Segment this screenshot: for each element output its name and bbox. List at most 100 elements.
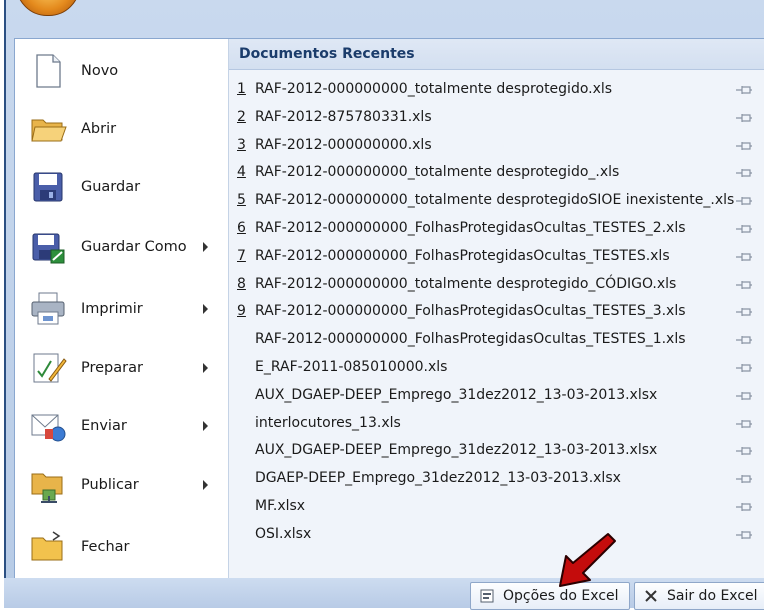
- submenu-arrow-icon: [203, 421, 208, 431]
- recent-document-name: RAF-2012-000000000_FolhasProtegidasOcult…: [255, 247, 670, 264]
- pin-icon[interactable]: [735, 139, 753, 153]
- pin-icon[interactable]: [735, 166, 753, 180]
- recent-document-name: RAF-2012-000000000_totalmente desprotegi…: [255, 192, 735, 209]
- recent-document-item[interactable]: RAF-2012-000000000_FolhasProtegidasOcult…: [235, 327, 761, 353]
- menu-item-imprimir[interactable]: Imprimir: [15, 281, 228, 337]
- recent-document-name: RAF-2012-000000000_FolhasProtegidasOcult…: [255, 220, 686, 236]
- submenu-arrow-icon: [203, 304, 208, 314]
- office-menu-panel: Novo Abrir Guardar Guardar Como Imprimir…: [14, 38, 764, 580]
- menu-item-label: Guardar Como: [81, 239, 187, 255]
- close-folder-icon: [31, 531, 63, 561]
- recent-document-name: RAF-2012-000000000_totalmente desprotegi…: [255, 164, 620, 181]
- pin-icon[interactable]: [735, 333, 753, 347]
- recent-document-name: DGAEP-DEEP_Emprego_31dez2012_13-03-2013.…: [255, 470, 621, 487]
- close-icon: [645, 590, 657, 602]
- submenu-arrow-icon: [203, 242, 208, 252]
- menu-item-novo[interactable]: Novo: [15, 43, 228, 99]
- menu-item-publicar[interactable]: Publicar: [15, 457, 228, 513]
- send-icon: [31, 414, 66, 442]
- pin-icon[interactable]: [735, 361, 753, 375]
- recent-document-item[interactable]: 7 RAF-2012-000000000_FolhasProtegidasOcul…: [235, 244, 761, 270]
- save-as-icon: [32, 233, 65, 264]
- recent-document-name: RAF-2012-875780331.xls: [255, 108, 432, 125]
- recent-document-item[interactable]: 4 RAF-2012-000000000_totalmente desproteg…: [235, 160, 761, 186]
- recent-document-number: 5: [237, 192, 246, 209]
- recent-documents-title: Documentos Recentes: [239, 46, 415, 62]
- recent-document-item[interactable]: 9 RAF-2012-000000000_FolhasProtegidasOcul…: [235, 299, 761, 325]
- recent-document-number: 7: [237, 247, 246, 264]
- pin-icon[interactable]: [735, 305, 753, 319]
- new-document-icon: [36, 54, 61, 88]
- menu-item-label: Abrir: [81, 121, 117, 137]
- pin-icon[interactable]: [735, 472, 753, 486]
- recent-document-name: interlocutores_13.xls: [255, 414, 401, 431]
- recent-document-name: RAF-2012-000000000_totalmente desprotegi…: [255, 81, 613, 97]
- exit-excel-label: Sair do Excel: [667, 588, 758, 604]
- menu-item-fechar[interactable]: Fechar: [15, 519, 228, 575]
- menu-item-guardar[interactable]: Guardar: [15, 159, 228, 215]
- pin-icon[interactable]: [735, 389, 753, 403]
- menu-item-label: Publicar: [81, 477, 139, 493]
- office-menu-footer: Opções do Excel Sair do Excel: [4, 578, 764, 610]
- recent-document-name: AUX_DGAEP-DEEP_Emprego_31dez2012_13-03-2…: [255, 442, 658, 459]
- printer-icon: [31, 292, 65, 325]
- recent-documents-pane: Documentos Recentes 1 RAF-2012-000000000_…: [229, 39, 764, 579]
- recent-document-number: 6: [237, 220, 246, 236]
- recent-document-item[interactable]: DGAEP-DEEP_Emprego_31dez2012_13-03-2013.…: [235, 466, 761, 492]
- recent-document-name: RAF-2012-000000000_totalmente desprotegi…: [255, 275, 677, 292]
- recent-document-name: RAF-2012-000000000_FolhasProtegidasOcult…: [255, 331, 686, 348]
- recent-document-name: RAF-2012-000000000.xls: [255, 136, 432, 153]
- submenu-arrow-icon: [203, 363, 208, 373]
- recent-document-item[interactable]: 3 RAF-2012-000000000.xls: [235, 133, 761, 159]
- pin-icon[interactable]: [735, 250, 753, 264]
- recent-document-item[interactable]: OSI.xlsx: [235, 522, 761, 548]
- recent-document-item[interactable]: interlocutores_13.xls: [235, 411, 761, 437]
- menu-item-guardar-como[interactable]: Guardar Como: [15, 219, 228, 275]
- menu-item-label: Preparar: [81, 360, 143, 376]
- menu-item-label: Enviar: [81, 418, 127, 434]
- pin-icon[interactable]: [735, 194, 753, 208]
- pin-icon[interactable]: [735, 278, 753, 292]
- prepare-pencil-icon: [33, 353, 67, 383]
- pin-icon[interactable]: [735, 222, 753, 236]
- pin-icon[interactable]: [735, 83, 753, 97]
- recent-document-name: AUX_DGAEP-DEEP_Emprego_31dez2012_13-03-2…: [255, 386, 658, 403]
- exit-excel-button[interactable]: Sair do Excel: [634, 582, 764, 610]
- office-button-icon[interactable]: [16, 0, 80, 16]
- pin-icon[interactable]: [735, 444, 753, 458]
- menu-item-label: Imprimir: [81, 301, 143, 317]
- recent-document-name: RAF-2012-000000000_FolhasProtegidasOcult…: [255, 303, 686, 320]
- recent-document-name: OSI.xlsx: [255, 525, 312, 542]
- recent-document-item[interactable]: 8 RAF-2012-000000000_totalmente desproteg…: [235, 272, 761, 298]
- recent-document-item[interactable]: 5 RAF-2012-000000000_totalmente desproteg…: [235, 188, 761, 214]
- recent-document-item[interactable]: 6 RAF-2012-000000000_FolhasProtegidasOcul…: [235, 216, 761, 242]
- commands-pane: Novo Abrir Guardar Guardar Como Imprimir…: [15, 39, 229, 579]
- pin-icon[interactable]: [735, 500, 753, 514]
- options-icon: [480, 589, 494, 603]
- recent-document-name: MF.xlsx: [255, 498, 306, 514]
- menu-item-enviar[interactable]: Enviar: [15, 398, 228, 454]
- recent-document-number: 1: [237, 81, 246, 97]
- recent-document-number: 3: [237, 136, 246, 153]
- recent-document-item[interactable]: 1 RAF-2012-000000000_totalmente desproteg…: [235, 77, 761, 103]
- recent-document-number: 9: [237, 303, 246, 320]
- recent-document-number: 2: [237, 108, 246, 125]
- publish-icon: [31, 473, 63, 503]
- open-folder-icon: [31, 119, 67, 142]
- recent-document-item[interactable]: E_RAF-2011-085010000.xls: [235, 355, 761, 381]
- recent-document-item[interactable]: MF.xlsx: [235, 494, 761, 520]
- recent-document-item[interactable]: AUX_DGAEP-DEEP_Emprego_31dez2012_13-03-2…: [235, 383, 761, 409]
- recent-documents-header: Documentos Recentes: [229, 39, 764, 70]
- save-disk-icon: [33, 172, 63, 202]
- recent-document-name: E_RAF-2011-085010000.xls: [255, 359, 448, 375]
- menu-item-abrir[interactable]: Abrir: [15, 101, 228, 157]
- recent-document-number: 8: [237, 275, 246, 292]
- pin-icon[interactable]: [735, 417, 753, 431]
- pin-icon[interactable]: [735, 528, 753, 542]
- pin-icon[interactable]: [735, 111, 753, 125]
- menu-item-preparar[interactable]: Preparar: [15, 340, 228, 396]
- submenu-arrow-icon: [203, 480, 208, 490]
- recent-document-item[interactable]: 2 RAF-2012-875780331.xls: [235, 105, 761, 131]
- recent-document-number: 4: [237, 164, 246, 181]
- recent-document-item[interactable]: AUX_DGAEP-DEEP_Emprego_31dez2012_13-03-2…: [235, 438, 761, 464]
